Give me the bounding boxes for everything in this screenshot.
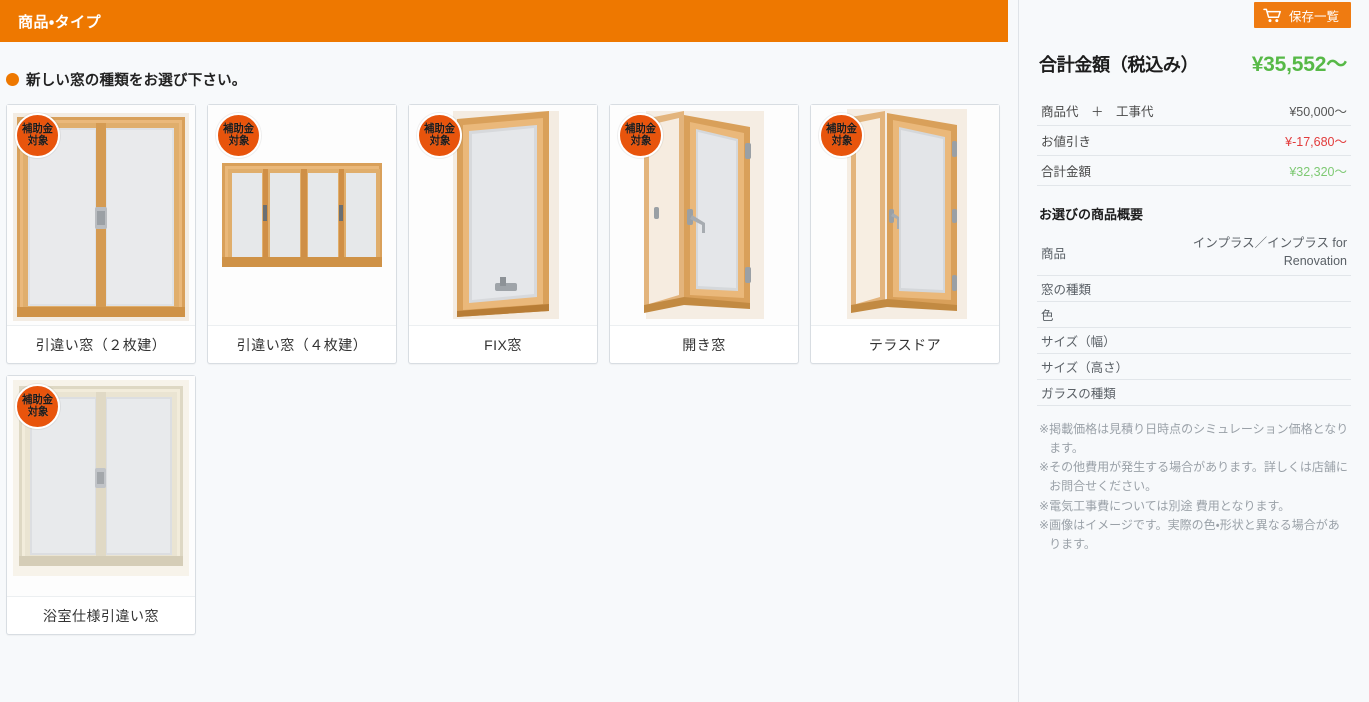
save-button-row: 保存一覧: [1037, 0, 1351, 28]
subsidy-badge-line2: 対象: [27, 134, 48, 147]
price-row-label: 商品代 ＋ 工事代: [1037, 96, 1235, 126]
window-type-card[interactable]: 補助金 対象: [207, 104, 397, 364]
summary-row-value: [1140, 301, 1351, 329]
summary-row-label: 色: [1037, 301, 1141, 329]
window-type-card[interactable]: 補助金 対象: [609, 104, 799, 364]
window-type-grid: 補助金 対象 引違い窓（２枚建） 補助金 対象 引違い窓（４枚建） 補助金 対象…: [6, 104, 1012, 635]
note-mark: ※: [1039, 498, 1050, 513]
summary-row-value: [1140, 379, 1351, 407]
price-row-value: ¥-17,680〜: [1234, 125, 1351, 156]
total-amount-value: ¥35,552〜: [1251, 53, 1348, 76]
subsidy-badge-line2: 対象: [429, 134, 450, 147]
price-row: お値引き ¥-17,680〜: [1037, 125, 1351, 156]
subsidy-badge: 補助金 対象: [216, 113, 261, 158]
card-label: 開き窓: [610, 325, 798, 363]
note-item: ※ 電気工事費については別途 費用となります。: [1039, 497, 1351, 516]
page-title: 商品・タイプ: [18, 13, 102, 31]
cart-icon: [1263, 8, 1281, 22]
price-breakdown-table: 商品代 ＋ 工事代 ¥50,000〜 お値引き ¥-17,680〜 合計金額 ¥…: [1037, 96, 1351, 186]
summary-row-value: [1140, 353, 1351, 381]
summary-row-label: ガラスの種類: [1037, 379, 1141, 407]
subsidy-badge-line2: 対象: [27, 405, 48, 418]
note-item: ※ その他費用が発生する場合があります。詳しくは店舗にお問合せください。: [1039, 458, 1351, 495]
section-header: 商品・タイプ: [0, 0, 1008, 42]
summary-row-value: [1140, 327, 1351, 355]
summary-title: お選びの商品概要: [1039, 207, 1144, 222]
summary-row-label: 商品: [1037, 229, 1141, 277]
subsidy-badge: 補助金 対象: [417, 113, 462, 158]
summary-row-value: [1140, 275, 1351, 303]
summary-row: 窓の種類: [1037, 275, 1351, 303]
window-type-card[interactable]: 補助金 対象: [408, 104, 598, 364]
note-mark: ※: [1039, 422, 1050, 437]
subsidy-badge: 補助金 対象: [618, 113, 663, 158]
window-type-card[interactable]: 補助金 対象: [6, 104, 196, 364]
summary-row: 色: [1037, 301, 1351, 329]
subsidy-badge: 補助金 対象: [15, 113, 60, 158]
price-row-label: 合計金額: [1037, 155, 1235, 186]
card-label: 浴室仕様引違い窓: [7, 596, 195, 634]
summary-row: サイズ（幅）: [1037, 327, 1351, 355]
card-label: 引違い窓（４枚建）: [208, 325, 396, 363]
card-label: テラスドア: [811, 325, 999, 363]
card-label: 引違い窓（２枚建）: [7, 325, 195, 363]
prompt-row: 新しい窓の種類をお選び下さい。: [6, 68, 1018, 90]
summary-row: 商品 インプラス／インプラス for Renovation: [1037, 229, 1351, 277]
product-summary-table: 商品 インプラス／インプラス for Renovation 窓の種類 色 サイズ…: [1037, 229, 1351, 407]
window-type-card[interactable]: 補助金 対象: [810, 104, 1000, 364]
note-item: ※ 掲載価格は見積り日時点のシミュレーション価格となります。: [1039, 420, 1351, 457]
subsidy-badge-line2: 対象: [228, 134, 249, 147]
summary-row: サイズ（高さ）: [1037, 353, 1351, 381]
note-body: 掲載価格は見積り日時点のシミュレーション価格となります。: [1049, 422, 1349, 455]
subsidy-badge: 補助金 対象: [819, 113, 864, 158]
summary-row-label: サイズ（幅）: [1037, 327, 1141, 355]
price-row-value: ¥32,320〜: [1234, 155, 1351, 186]
summary-sidebar: 保存一覧 合計金額（税込み） ¥35,552〜 商品代 ＋ 工事代 ¥50,00…: [1018, 0, 1369, 702]
note-body: 電気工事費については別途 費用となります。: [1049, 498, 1291, 513]
summary-row: ガラスの種類: [1037, 379, 1351, 407]
subsidy-badge-line2: 対象: [630, 134, 651, 147]
total-amount-label: 合計金額（税込み）: [1039, 55, 1199, 75]
save-list-button[interactable]: 保存一覧: [1253, 2, 1351, 28]
summary-row-label: サイズ（高さ）: [1037, 353, 1141, 381]
price-row-value: ¥50,000〜: [1234, 96, 1351, 126]
price-row-label: お値引き: [1037, 125, 1235, 156]
price-row: 商品代 ＋ 工事代 ¥50,000〜: [1037, 96, 1351, 126]
window-type-card[interactable]: 補助金 対象: [6, 375, 196, 635]
note-mark: ※: [1039, 460, 1050, 475]
total-amount-row: 合計金額（税込み） ¥35,552〜: [1037, 48, 1351, 78]
note-item: ※ 画像はイメージです。実際の色・形状と異なる場合があります。: [1039, 516, 1351, 553]
save-list-button-label: 保存一覧: [1288, 9, 1339, 24]
bullet-icon: [6, 72, 19, 86]
summary-row-value: インプラス／インプラス for Renovation: [1140, 229, 1351, 277]
note-body: その他費用が発生する場合があります。詳しくは店舗にお問合せください。: [1049, 460, 1348, 494]
subsidy-badge-line2: 対象: [831, 134, 852, 147]
note-mark: ※: [1039, 518, 1050, 533]
subsidy-badge: 補助金 対象: [15, 384, 60, 429]
note-body: 画像はイメージです。実際の色・形状と異なる場合があります。: [1049, 518, 1340, 551]
main-content: 商品・タイプ 新しい窓の種類をお選び下さい。 補助金 対象 引違い窓（２枚建） …: [0, 0, 1018, 702]
price-row: 合計金額 ¥32,320〜: [1037, 155, 1351, 186]
summary-row-label: 窓の種類: [1037, 275, 1141, 303]
card-label: FIX窓: [409, 325, 597, 363]
prompt-text: 新しい窓の種類をお選び下さい。: [26, 72, 247, 89]
notes-list: ※ 掲載価格は見積り日時点のシミュレーション価格となります。 ※ その他費用が発…: [1037, 420, 1351, 553]
page-root: 商品・タイプ 新しい窓の種類をお選び下さい。 補助金 対象 引違い窓（２枚建） …: [0, 0, 1369, 702]
